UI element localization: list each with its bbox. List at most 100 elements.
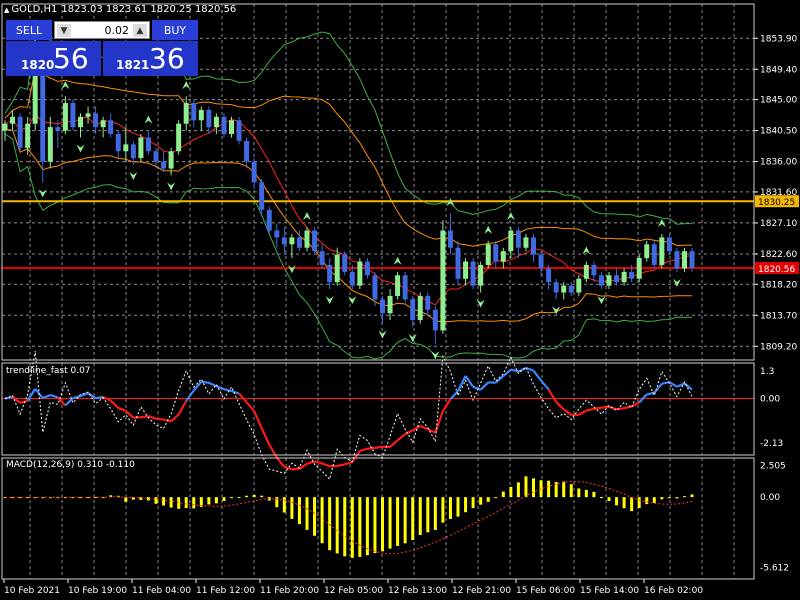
macd-bar — [290, 497, 294, 519]
macd-bar — [509, 486, 513, 498]
price-tick-label: 1836.00 — [760, 158, 797, 168]
macd-bar — [652, 497, 656, 503]
candle-body — [108, 120, 114, 135]
candle-body — [70, 103, 76, 128]
macd-bar — [562, 481, 566, 498]
macd-bar — [441, 497, 445, 523]
candle-body — [606, 275, 612, 286]
candle-body — [598, 275, 604, 286]
candle-body — [244, 140, 250, 162]
candle-body — [161, 161, 167, 169]
macd-bar — [169, 497, 173, 508]
arrow-up-icon[interactable]: ▲ — [133, 24, 147, 37]
macd-bar — [418, 497, 422, 536]
macd-bar — [433, 497, 437, 530]
candle-body — [304, 230, 310, 248]
price-tick-label: 1853.90 — [760, 34, 797, 44]
macd-bar — [320, 497, 324, 544]
chart-canvas[interactable]: 1830.25 1820.56 1853.90 1849.40 1845.00 1840… — [0, 0, 800, 600]
candle-body — [138, 137, 144, 159]
candle-body — [349, 271, 355, 286]
price-line-label: 1830.25 — [758, 198, 795, 208]
macd-bar — [207, 497, 211, 505]
macd-bar — [388, 497, 392, 549]
candle-body — [523, 237, 529, 248]
price-tick-label: 1849.40 — [760, 65, 797, 75]
buy-button[interactable]: BUY — [152, 20, 198, 40]
macd-bar — [358, 497, 362, 557]
collapse-triangle-icon[interactable]: ▲ — [4, 6, 9, 14]
candle-body — [10, 116, 16, 124]
macd-bar — [464, 497, 468, 513]
time-tick-label: 15 Feb 14:00 — [580, 586, 639, 596]
candle-body — [425, 295, 431, 310]
arrow-down-icon[interactable]: ▼ — [57, 24, 71, 37]
sell-price-box[interactable]: 1820 56 — [6, 41, 101, 76]
macd-bar — [448, 497, 452, 519]
macd-bar — [569, 484, 573, 498]
lot-input[interactable] — [73, 23, 129, 37]
candle-body — [319, 251, 325, 265]
candle-body — [372, 275, 378, 300]
macd-bar — [260, 495, 264, 498]
macd-bar — [426, 497, 430, 533]
macd-bar — [396, 497, 400, 546]
macd-bar — [592, 491, 596, 498]
macd-tick-label: 2.505 — [760, 462, 786, 472]
macd-bar — [501, 491, 505, 498]
time-tick-label: 15 Feb 06:00 — [516, 586, 575, 596]
candle-body — [17, 116, 23, 148]
candle-body — [515, 230, 521, 248]
candle-body — [176, 123, 182, 152]
candle-body — [470, 261, 476, 286]
candle-body — [395, 275, 401, 296]
candle-body — [213, 116, 219, 128]
macd-bar — [305, 497, 309, 530]
candle-body — [259, 182, 265, 210]
macd-bar — [124, 497, 128, 502]
time-tick-label: 10 Feb 19:00 — [68, 586, 127, 596]
candle-body — [296, 237, 302, 248]
macd-bar — [162, 497, 166, 506]
macd-bar — [411, 497, 415, 541]
macd-bar — [471, 497, 475, 509]
candle-body — [651, 244, 657, 265]
trend-tick-label: -2.13 — [760, 439, 783, 449]
macd-bar — [237, 497, 241, 499]
candle-body — [334, 254, 340, 283]
candle-body — [274, 230, 280, 238]
sell-button[interactable]: SELL — [6, 20, 52, 40]
macd-bar — [350, 497, 354, 558]
candle-body — [432, 309, 438, 331]
lot-stepper[interactable]: ▼ ▲ — [54, 21, 150, 39]
candle-body — [123, 144, 129, 152]
trend-tick-label: 0.00 — [760, 395, 780, 405]
candle-body — [538, 254, 544, 269]
macd-bar — [667, 497, 671, 499]
macd-bar — [660, 497, 664, 500]
trendline-title: trendline_fast 0.07 — [6, 366, 91, 376]
time-tick-label: 10 Feb 2021 — [4, 586, 60, 596]
macd-tick-label: -5.612 — [760, 564, 789, 574]
time-tick-label: 11 Feb 04:00 — [132, 586, 191, 596]
candle-body — [206, 109, 212, 128]
macd-bar — [584, 489, 588, 498]
macd-bar — [230, 497, 233, 499]
candle-body — [93, 113, 99, 128]
candle-body — [153, 151, 159, 162]
macd-bar — [343, 497, 347, 557]
macd-bar — [214, 497, 218, 504]
time-tick-label: 12 Feb 21:00 — [452, 586, 511, 596]
time-tick-label: 12 Feb 05:00 — [324, 586, 383, 596]
candle-body — [417, 295, 423, 321]
candle-body — [327, 264, 333, 283]
candle-body — [583, 264, 589, 279]
buy-price-box[interactable]: 1821 36 — [103, 41, 198, 76]
candle-body — [553, 282, 559, 293]
candle-body — [191, 103, 197, 121]
price-tick-label: 1840.50 — [760, 127, 797, 137]
macd-bar — [245, 495, 249, 498]
candle-body — [614, 275, 620, 283]
one-click-trading-panel: SELL ▼ ▲ BUY 1820 56 1821 36 — [6, 20, 198, 76]
candle-body — [447, 230, 453, 248]
